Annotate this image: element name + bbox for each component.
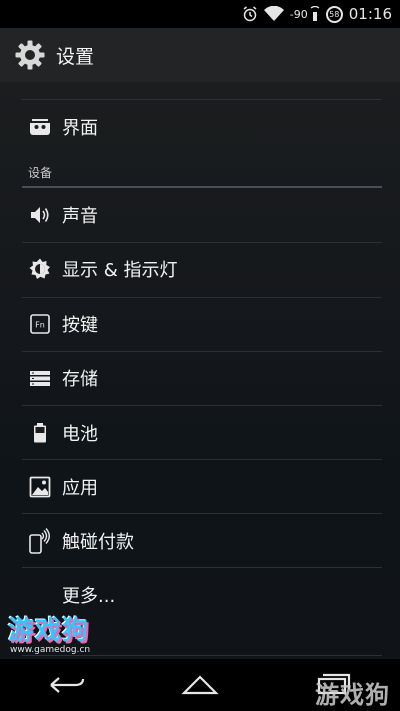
battery-indicator: 58 bbox=[325, 5, 343, 23]
watermark-url: www.gamedog.cn bbox=[10, 645, 91, 655]
settings-item-label: 应用 bbox=[62, 478, 98, 499]
settings-item-label: 更多... bbox=[62, 586, 116, 607]
back-button[interactable] bbox=[37, 665, 97, 705]
divider bbox=[22, 99, 382, 100]
interface-icon bbox=[28, 115, 52, 139]
settings-item-apps[interactable]: 应用 bbox=[22, 472, 382, 502]
storage-icon bbox=[28, 366, 52, 390]
divider bbox=[22, 297, 382, 298]
clock: 01:16 bbox=[348, 5, 392, 23]
svg-text:Fn: Fn bbox=[35, 321, 45, 330]
signal-strength-text: -90 bbox=[289, 7, 308, 21]
divider bbox=[22, 513, 382, 514]
divider bbox=[22, 567, 382, 568]
page-title: 设置 bbox=[56, 45, 95, 68]
watermark-logo-text: 游戏狗 bbox=[8, 616, 90, 646]
status-bar: -90 58 01:16 bbox=[0, 0, 400, 28]
divider bbox=[22, 242, 382, 243]
settings-item-more[interactable]: 更多... bbox=[22, 580, 382, 610]
section-divider bbox=[22, 186, 382, 188]
action-bar: 设置 bbox=[0, 28, 400, 82]
settings-item-sound[interactable]: 声音 bbox=[22, 200, 382, 230]
settings-item-battery[interactable]: 电池 bbox=[22, 418, 382, 448]
settings-item-storage[interactable]: 存储 bbox=[22, 363, 382, 393]
divider bbox=[22, 459, 382, 460]
section-header-device: 设备 bbox=[28, 166, 53, 180]
wifi-icon bbox=[263, 6, 284, 22]
volume-icon bbox=[28, 203, 52, 227]
more-icon-placeholder bbox=[28, 583, 52, 607]
alarm-icon bbox=[242, 6, 258, 22]
settings-item-buttons[interactable]: Fn 按键 bbox=[22, 309, 382, 339]
home-icon bbox=[181, 675, 219, 695]
back-icon bbox=[49, 677, 84, 693]
divider bbox=[22, 405, 382, 406]
gamedog-watermark-corner: 游戏狗 bbox=[315, 681, 390, 709]
settings-item-tap-and-pay[interactable]: 触碰付款 bbox=[22, 526, 382, 556]
settings-list: 界面 设备 声音 显示 & 指示灯 Fn 按键 存储 电池 应用 触碰付款 更多… bbox=[0, 82, 400, 659]
nfc-payment-icon bbox=[28, 528, 52, 554]
fn-key-icon: Fn bbox=[28, 312, 52, 336]
settings-item-label: 界面 bbox=[62, 118, 98, 139]
settings-item-display[interactable]: 显示 & 指示灯 bbox=[22, 254, 382, 284]
settings-item-label: 按键 bbox=[62, 315, 98, 336]
divider bbox=[22, 351, 382, 352]
settings-item-label: 声音 bbox=[62, 206, 98, 227]
settings-item-label: 存储 bbox=[62, 369, 98, 390]
gamedog-watermark-logo: 游戏狗 www.gamedog.cn bbox=[8, 610, 118, 660]
settings-item-interface[interactable]: 界面 bbox=[22, 112, 382, 142]
settings-item-label: 显示 & 指示灯 bbox=[62, 260, 178, 281]
brightness-icon bbox=[28, 257, 52, 281]
home-button[interactable] bbox=[170, 665, 230, 705]
gear-icon[interactable] bbox=[14, 39, 46, 71]
settings-item-label: 触碰付款 bbox=[62, 532, 134, 553]
apps-icon bbox=[28, 475, 52, 499]
settings-item-label: 电池 bbox=[62, 424, 98, 445]
cell-signal-icon bbox=[310, 6, 320, 22]
battery-icon bbox=[28, 421, 52, 445]
